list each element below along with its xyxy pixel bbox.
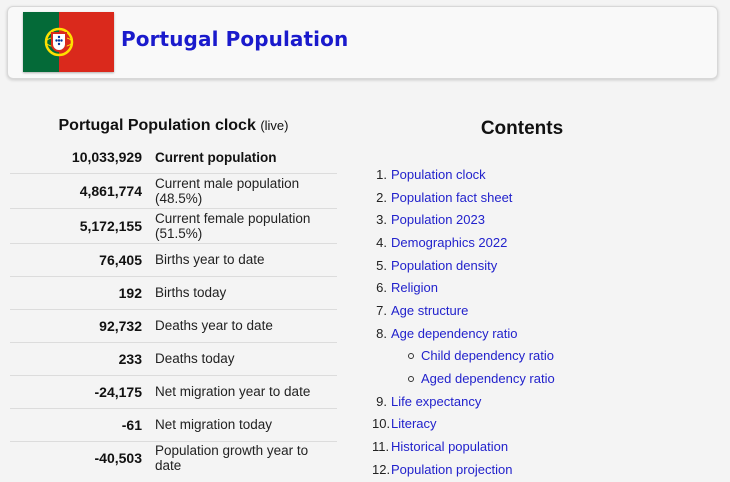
female-population-label: Current female population (51.5%)	[155, 208, 337, 244]
toc-link-population-fact-sheet[interactable]: Population fact sheet	[391, 190, 512, 205]
births-ytd-value: 76,405	[10, 243, 155, 277]
clock-title-text: Portugal Population clock	[58, 117, 256, 134]
toc-link-population-density[interactable]: Population density	[391, 258, 497, 273]
toc-number: 8.	[376, 325, 387, 341]
clock-table: 10,033,929 Current population 4,861,774 …	[10, 142, 337, 474]
toc-link-population-2023[interactable]: Population 2023	[391, 212, 485, 227]
toc-link-historical-population[interactable]: Historical population	[391, 439, 508, 454]
births-today-label: Births today	[155, 276, 337, 310]
current-population-label: Current population	[155, 142, 337, 174]
male-population-value: 4,861,774	[10, 173, 155, 209]
toc-number: 12.	[372, 461, 391, 477]
table-of-contents: Contents 1. Population clock 2. Population…	[372, 118, 702, 481]
net-migration-today-label: Net migration today	[155, 408, 337, 442]
table-row: 10,033,929 Current population	[10, 142, 337, 174]
toc-item: 1. Population clock	[372, 163, 702, 186]
toc-number: 4.	[376, 234, 387, 250]
toc-number: 11.	[372, 439, 390, 455]
bullet-icon	[408, 352, 414, 359]
toc-item: 10. Literacy	[372, 413, 702, 436]
toc-item: 8. Age dependency ratio	[372, 322, 702, 345]
toc-number: 1.	[376, 166, 387, 182]
net-migration-ytd-label: Net migration year to date	[155, 375, 337, 409]
toc-item: 4. Demographics 2022	[372, 231, 702, 254]
net-migration-today-value: -61	[10, 408, 155, 442]
table-row: -40,503 Population growth year to date	[10, 441, 337, 474]
toc-link-literacy[interactable]: Literacy	[391, 416, 437, 431]
toc-link-age-dependency-ratio[interactable]: Age dependency ratio	[391, 326, 517, 341]
population-growth-ytd-value: -40,503	[94, 449, 142, 466]
table-row: 76,405 Births year to date	[10, 243, 337, 277]
female-population-value: 5,172,155	[10, 208, 155, 244]
toc-item: 6. Religion	[372, 276, 702, 299]
bullet-icon	[408, 375, 414, 382]
toc-number: 2.	[376, 189, 387, 205]
male-population-label: Current male population (48.5%)	[155, 173, 337, 209]
toc-number: 3.	[376, 212, 387, 228]
table-row: 4,861,774 Current male population (48.5%…	[10, 173, 337, 209]
site-header: Portugal Population	[7, 6, 718, 79]
live-label: (live)	[260, 118, 289, 133]
toc-subitem: Child dependency ratio	[372, 345, 702, 368]
population-clock: Portugal Population clock (live) 10,033,…	[10, 114, 337, 474]
toc-item: 7. Age structure	[372, 299, 702, 322]
net-migration-ytd-value: -24,175	[10, 375, 155, 409]
table-row: 192 Births today	[10, 276, 337, 310]
toc-link-life-expectancy[interactable]: Life expectancy	[391, 394, 481, 409]
toc-link-demographics-2022[interactable]: Demographics 2022	[391, 235, 507, 250]
toc-number: 9.	[376, 393, 387, 409]
contents-title: Contents	[480, 118, 564, 139]
toc-item: 12. Population projection	[372, 458, 702, 481]
toc-item: 9. Life expectancy	[372, 390, 702, 413]
portugal-flag-icon	[23, 12, 114, 72]
toc-number: 10.	[372, 416, 391, 432]
toc-link-religion[interactable]: Religion	[391, 280, 438, 295]
toc-subitem: Aged dependency ratio	[372, 367, 702, 390]
toc-link-aged-dependency-ratio[interactable]: Aged dependency ratio	[421, 371, 555, 386]
page-title[interactable]: Portugal Population	[121, 27, 348, 51]
toc-link-child-dependency-ratio[interactable]: Child dependency ratio	[421, 348, 554, 363]
population-growth-ytd-label: Population growth year to date	[155, 442, 309, 473]
table-row: 92,732 Deaths year to date	[10, 309, 337, 343]
current-population-value: 10,033,929	[10, 142, 155, 174]
toc-item: 3. Population 2023	[372, 208, 702, 231]
table-row: 233 Deaths today	[10, 342, 337, 376]
toc-number: 6.	[376, 280, 387, 296]
toc-list: 1. Population clock 2. Population fact she…	[372, 163, 702, 481]
toc-item: 11. Historical population	[372, 435, 702, 458]
clock-title: Portugal Population clock (live)	[10, 114, 337, 142]
toc-number: 5.	[376, 257, 387, 273]
deaths-today-label: Deaths today	[155, 342, 337, 376]
deaths-ytd-label: Deaths year to date	[155, 309, 337, 343]
births-ytd-label: Births year to date	[155, 243, 337, 277]
table-row: -61 Net migration today	[10, 408, 337, 442]
toc-link-population-clock[interactable]: Population clock	[391, 167, 486, 182]
toc-item: 2. Population fact sheet	[372, 186, 702, 209]
toc-link-age-structure[interactable]: Age structure	[391, 303, 468, 318]
toc-link-population-projection[interactable]: Population projection	[391, 462, 512, 477]
deaths-today-value: 233	[10, 342, 155, 376]
table-row: -24,175 Net migration year to date	[10, 375, 337, 409]
births-today-value: 192	[10, 276, 155, 310]
table-row: 5,172,155 Current female population (51.…	[10, 208, 337, 244]
deaths-ytd-value: 92,732	[10, 309, 155, 343]
toc-number: 7.	[376, 302, 387, 318]
toc-item: 5. Population density	[372, 254, 702, 277]
